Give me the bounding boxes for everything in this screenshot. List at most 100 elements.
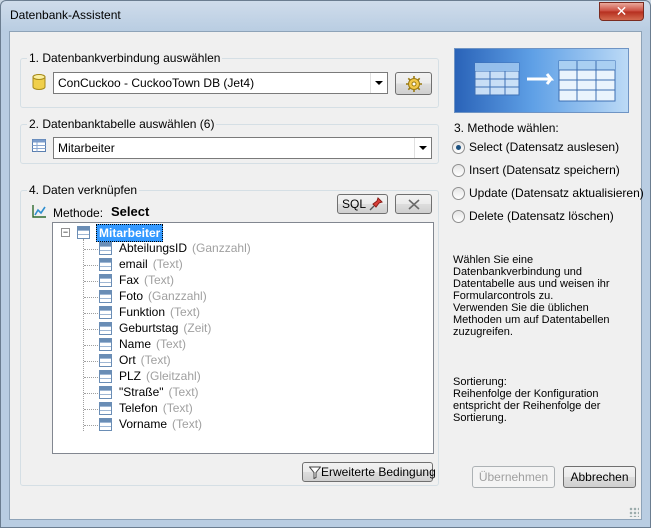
tree-field-row[interactable]: AbteilungsID (Ganzzahl) <box>53 241 423 257</box>
radio-button[interactable] <box>452 187 465 200</box>
method-label: Methode: <box>53 206 104 220</box>
tree-field-label[interactable]: Name (Text) <box>119 337 186 351</box>
field-name: "Straße" <box>119 385 164 399</box>
tree-field-row[interactable]: Telefon (Text) <box>53 401 423 417</box>
tree-connector <box>84 377 98 378</box>
close-icon: ✕ <box>615 3 628 19</box>
radio-button[interactable] <box>452 164 465 177</box>
tree-field-label[interactable]: Foto (Ganzzahl) <box>119 289 207 303</box>
filter-icon <box>309 466 321 479</box>
field-name: Name <box>119 337 152 351</box>
method-option-label: Delete (Datensatz löschen) <box>469 209 614 223</box>
tree-field-label[interactable]: Funktion (Text) <box>119 305 200 319</box>
sql-button-label: SQL <box>342 197 367 211</box>
field-name: email <box>119 257 148 271</box>
tree-root-row[interactable]: − Mitarbeiter <box>53 224 423 242</box>
cancel-button-label: Abbrechen <box>570 470 629 484</box>
table-select-value: Mitarbeiter <box>58 141 115 155</box>
method-option-2[interactable]: Insert (Datensatz speichern) <box>452 163 637 179</box>
method-option-label: Select (Datensatz auslesen) <box>469 140 620 154</box>
field-type: (Ganzzahl) <box>192 241 251 255</box>
field-type: (Gleitzahl) <box>146 369 201 383</box>
tree-field-label[interactable]: Telefon (Text) <box>119 401 193 415</box>
table-group-label: 2. Datenbanktabelle auswählen (6) <box>27 117 217 131</box>
field-type: (Text) <box>156 337 187 351</box>
tree-field-label[interactable]: Vorname (Text) <box>119 417 202 431</box>
field-icon <box>99 386 112 399</box>
tree-field-row[interactable]: Fax (Text) <box>53 273 423 289</box>
field-name: Geburtstag <box>119 321 179 335</box>
field-icon <box>99 290 112 303</box>
field-type: (Zeit) <box>183 321 212 335</box>
tree-connector <box>84 249 98 250</box>
chevron-down-icon[interactable] <box>414 138 431 158</box>
field-tree[interactable]: − Mitarbeiter AbteilungsID (Ganzzahl) emai… <box>52 222 434 454</box>
help-text: Wählen Sie eine Datenbankverbindung und … <box>453 254 610 338</box>
close-button[interactable]: ✕ <box>599 2 644 21</box>
chevron-down-icon[interactable] <box>370 73 387 93</box>
title-bar[interactable]: Datenbank-Assistent ✕ <box>1 1 650 31</box>
table-select[interactable]: Mitarbeiter <box>53 137 432 159</box>
close-icon <box>408 199 420 210</box>
data-link-group-label: 4. Daten verknüpfen <box>27 183 140 197</box>
apply-button-label: Übernehmen <box>478 470 549 484</box>
tree-field-label[interactable]: Fax (Text) <box>119 273 174 287</box>
radio-button[interactable] <box>452 141 465 154</box>
method-option-1[interactable]: Select (Datensatz auslesen) <box>452 140 637 156</box>
tree-root-label[interactable]: Mitarbeiter <box>96 224 164 242</box>
field-type: (Ganzzahl) <box>148 289 207 303</box>
connection-settings-button[interactable] <box>395 72 432 95</box>
advanced-condition-button[interactable]: Erweiterte Bedingung <box>302 462 436 482</box>
wizard-banner <box>454 48 629 113</box>
tree-field-label[interactable]: Ort (Text) <box>119 353 171 367</box>
tree-field-label[interactable]: "Straße" (Text) <box>119 385 199 399</box>
tree-connector <box>84 329 98 330</box>
sort-help-text: Sortierung: Reihenfolge der Konfiguratio… <box>453 376 601 424</box>
tree-field-label[interactable]: PLZ (Gleitzahl) <box>119 369 201 383</box>
tree-field-label[interactable]: email (Text) <box>119 257 183 271</box>
dialog-window: Datenbank-Assistent ✕ 1. Datenbankverbin… <box>0 0 651 528</box>
clear-button[interactable] <box>395 194 432 214</box>
field-icon <box>99 338 112 351</box>
tree-field-row[interactable]: Ort (Text) <box>53 353 423 369</box>
field-name: AbteilungsID <box>119 241 188 255</box>
tree-connector <box>84 393 98 394</box>
connection-select[interactable]: ConCuckoo - CuckooTown DB (Jet4) <box>53 72 388 94</box>
field-name: Fax <box>119 273 140 287</box>
field-icon <box>99 354 112 367</box>
tree-field-label[interactable]: AbteilungsID (Ganzzahl) <box>119 241 251 255</box>
tree-connector <box>84 265 98 266</box>
method-chart-icon <box>32 205 46 218</box>
tree-field-row[interactable]: email (Text) <box>53 257 423 273</box>
field-icon <box>99 370 112 383</box>
resize-grip[interactable] <box>629 507 639 517</box>
radio-button[interactable] <box>452 210 465 223</box>
field-icon <box>99 322 112 335</box>
connection-select-value: ConCuckoo - CuckooTown DB (Jet4) <box>58 76 255 90</box>
field-icon <box>99 274 112 287</box>
tree-field-row[interactable]: PLZ (Gleitzahl) <box>53 369 423 385</box>
tree-field-row[interactable]: Funktion (Text) <box>53 305 423 321</box>
dialog-client-area: 1. Datenbankverbindung auswählen ConCuck… <box>9 31 644 520</box>
apply-button[interactable]: Übernehmen <box>472 466 555 488</box>
tree-field-row[interactable]: Name (Text) <box>53 337 423 353</box>
field-type: (Text) <box>170 305 201 319</box>
gear-icon <box>406 76 422 92</box>
tree-field-label[interactable]: Geburtstag (Zeit) <box>119 321 211 335</box>
field-type: (Text) <box>152 257 183 271</box>
method-option-4[interactable]: Delete (Datensatz löschen) <box>452 209 637 225</box>
collapse-icon[interactable]: − <box>61 228 70 237</box>
field-name: Telefon <box>119 401 158 415</box>
field-name: Funktion <box>119 305 166 319</box>
tree-field-row[interactable]: Geburtstag (Zeit) <box>53 321 423 337</box>
window-title: Datenbank-Assistent <box>10 8 121 22</box>
sql-button[interactable]: SQL <box>337 194 388 214</box>
tree-field-row[interactable]: Vorname (Text) <box>53 417 423 433</box>
table-transfer-illustration <box>474 60 616 102</box>
method-option-3[interactable]: Update (Datensatz aktualisieren) <box>452 186 644 202</box>
tree-field-row[interactable]: "Straße" (Text) <box>53 385 423 401</box>
field-type: (Text) <box>144 273 175 287</box>
tree-field-row[interactable]: Foto (Ganzzahl) <box>53 289 423 305</box>
tree-connector <box>84 313 98 314</box>
cancel-button[interactable]: Abbrechen <box>563 466 636 488</box>
